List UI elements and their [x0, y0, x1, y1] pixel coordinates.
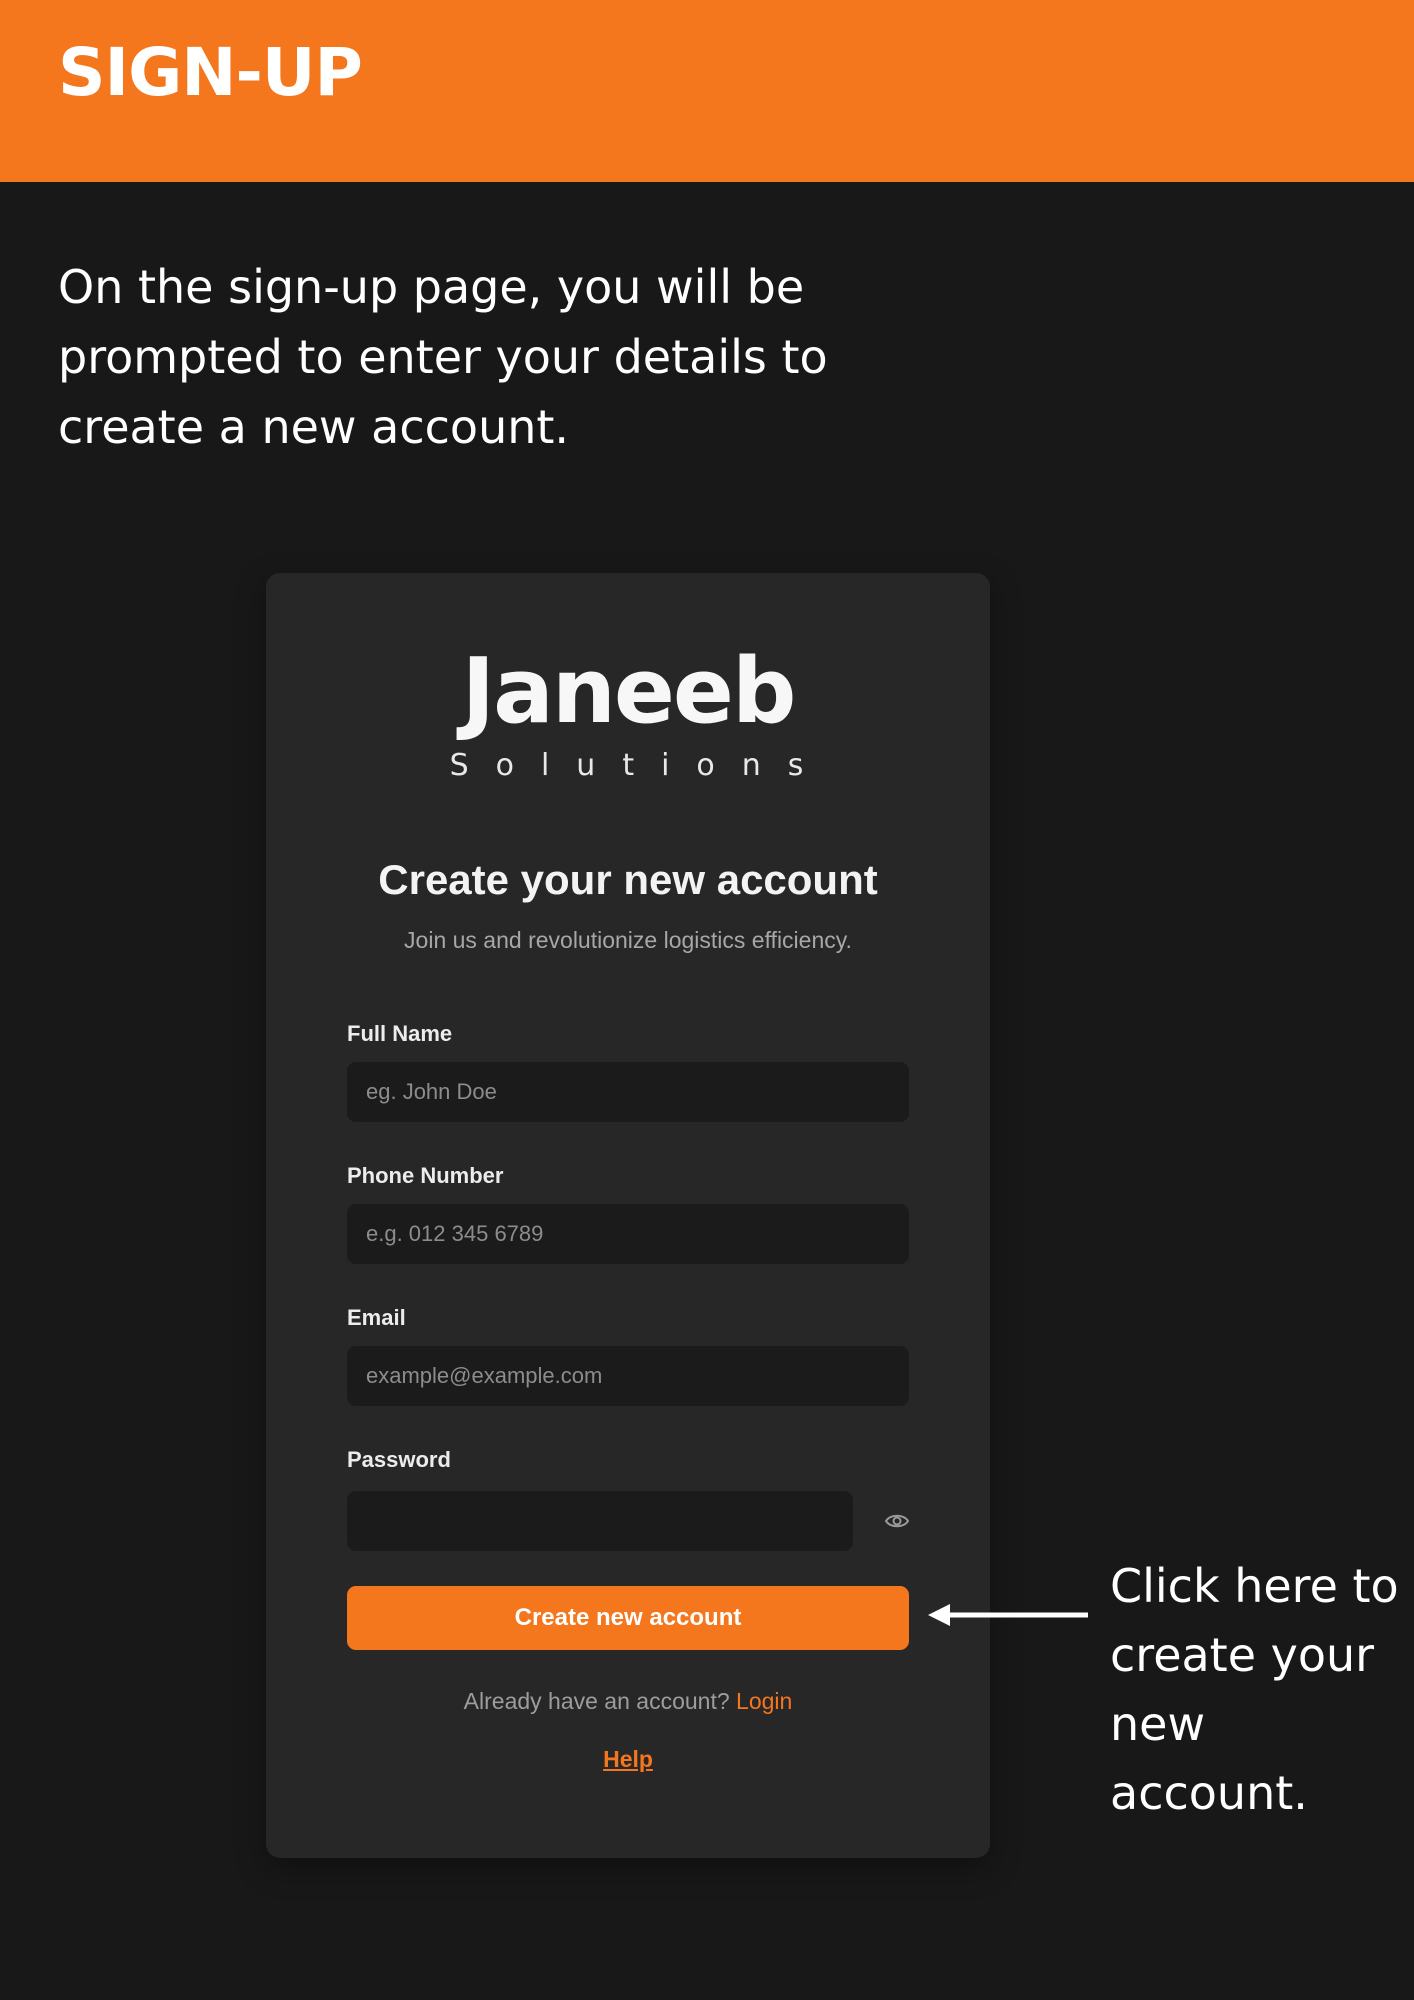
logo-wordmark: Janeeb — [461, 639, 797, 744]
help-link[interactable]: Help — [266, 1748, 990, 1771]
login-prompt-text: Already have an account? — [463, 1688, 730, 1714]
intro-text: On the sign-up page, you will be prompte… — [58, 260, 828, 454]
phone-number-placeholder: e.g. 012 345 6789 — [366, 1221, 544, 1246]
form-subtitle: Join us and revolutionize logistics effi… — [404, 927, 852, 953]
arrow-left-icon — [928, 1604, 1088, 1626]
page-title: SIGN-UP — [58, 34, 363, 111]
email-input[interactable]: example@example.com — [347, 1346, 909, 1406]
form-title: Create your new account — [378, 856, 878, 903]
full-name-input[interactable]: eg. John Doe — [347, 1062, 909, 1122]
full-name-label: Full Name — [347, 1021, 453, 1046]
phone-number-label: Phone Number — [347, 1163, 504, 1188]
header-banner: SIGN-UP — [0, 0, 1414, 182]
logo-tagline: Solutions — [449, 748, 831, 783]
login-prompt-row: Already have an account? Login — [266, 1690, 990, 1713]
callout-text: Click here to create your new account. — [1110, 1559, 1399, 1820]
full-name-placeholder: eg. John Doe — [366, 1079, 497, 1104]
email-placeholder: example@example.com — [366, 1363, 603, 1388]
password-input[interactable] — [347, 1491, 853, 1551]
eye-icon[interactable] — [884, 1508, 910, 1534]
signup-card: Janeeb Solutions Create your new account… — [266, 573, 990, 1858]
email-label: Email — [347, 1305, 406, 1330]
password-label: Password — [347, 1447, 451, 1472]
login-link[interactable]: Login — [736, 1688, 792, 1714]
create-account-button[interactable]: Create new account — [347, 1586, 909, 1650]
phone-number-input[interactable]: e.g. 012 345 6789 — [347, 1204, 909, 1264]
